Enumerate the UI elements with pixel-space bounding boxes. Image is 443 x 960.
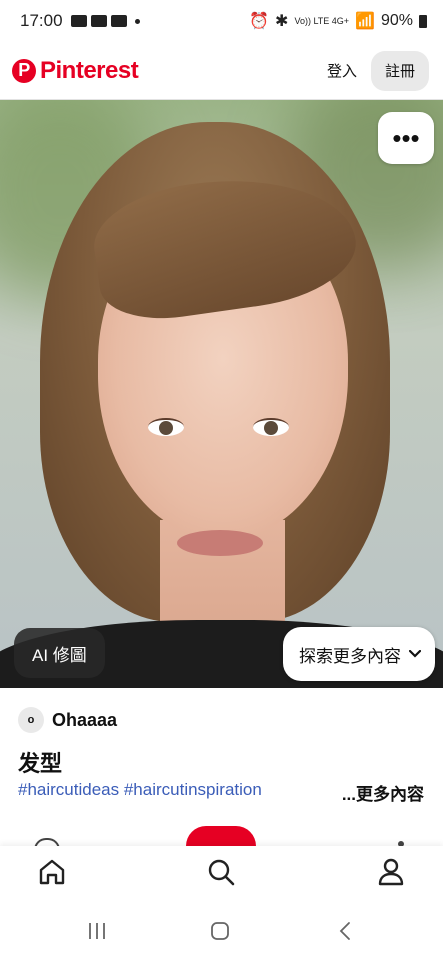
author-avatar: o (18, 707, 44, 733)
ai-edit-button[interactable]: AI 修圖 (14, 628, 105, 678)
more-options-button[interactable]: ••• (378, 112, 434, 164)
more-icon: ••• (392, 122, 420, 153)
more-content-link[interactable]: ...更多內容 (342, 780, 424, 805)
status-bar: 17:00 ⏰ ✱ Vo)) LTE 4G+ 📶 90% (0, 0, 443, 42)
header-actions: 登入 註冊 (323, 50, 429, 91)
notification-icons (70, 15, 140, 27)
gallery-notification-icon (70, 15, 87, 27)
youtube-notification-icon (90, 15, 107, 27)
pinterest-logo[interactable]: P Pinterest (12, 56, 139, 85)
peek-save-button (186, 826, 256, 848)
signal-icon: 📶 (355, 13, 375, 30)
pin-info: o Ohaaaa 发型 #haircutideas #haircutinspir… (0, 688, 443, 846)
search-icon (208, 859, 235, 886)
network-type-text: Vo)) LTE 4G+ (294, 15, 350, 26)
system-navigation-bar (0, 900, 443, 960)
pin-image[interactable] (0, 100, 443, 688)
more-notifications-dot-icon (134, 18, 140, 24)
system-home-button[interactable] (205, 918, 235, 944)
recent-apps-icon (89, 923, 105, 939)
login-button[interactable]: 登入 (323, 54, 361, 87)
signup-button[interactable]: 註冊 (370, 50, 429, 91)
app-header: P Pinterest 登入 註冊 (0, 42, 443, 100)
pinterest-logo-text: Pinterest (40, 56, 139, 84)
left-eye (148, 418, 184, 436)
system-home-icon (211, 922, 229, 940)
pinterest-logo-icon: P (12, 58, 36, 83)
home-tab[interactable] (34, 854, 70, 890)
bottom-tab-bar (0, 846, 443, 900)
explore-more-button[interactable]: 探索更多內容 (283, 627, 435, 681)
bluetooth-icon: ✱ (275, 13, 289, 30)
pin-author[interactable]: o Ohaaaa (18, 707, 117, 733)
status-time: 17:00 (20, 11, 63, 30)
profile-tab[interactable] (373, 854, 409, 890)
pin-hashtags[interactable]: #haircutideas #haircutinspiration (18, 780, 300, 800)
status-right: ⏰ ✱ Vo)) LTE 4G+ 📶 90% (249, 11, 427, 31)
mouth (177, 530, 263, 556)
status-left: 17:00 (20, 11, 140, 31)
profile-icon (378, 858, 404, 886)
battery-icon (419, 14, 427, 28)
battery-text: 90% (380, 12, 413, 29)
hashtags-fade (260, 780, 300, 802)
right-eye (253, 418, 289, 436)
back-icon (339, 922, 350, 940)
home-icon (39, 859, 65, 885)
author-name: Ohaaaa (52, 709, 118, 730)
recent-apps-button[interactable] (82, 918, 112, 944)
chevron-down-icon (409, 650, 421, 658)
alarm-icon: ⏰ (249, 13, 270, 30)
youtube-notification-icon-2 (110, 15, 127, 27)
search-tab[interactable] (203, 854, 239, 890)
pin-title: 发型 (18, 751, 63, 776)
explore-more-label: 探索更多內容 (299, 646, 401, 666)
back-button[interactable] (330, 918, 360, 944)
